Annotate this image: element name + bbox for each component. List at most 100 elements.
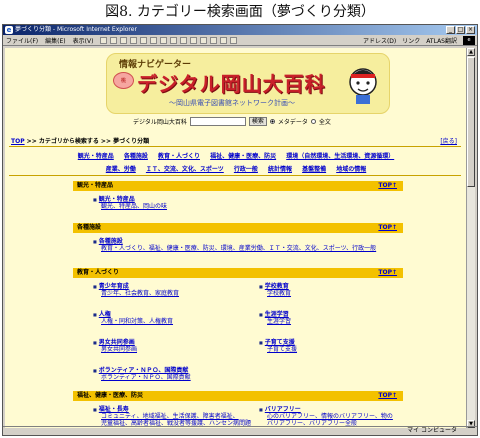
page-content: 情報ナビゲーター 桃 デジタル岡山大百科 〜岡山県電子図書館ネットワーク計画〜 …: [5, 48, 467, 428]
item-title[interactable]: 福祉・長寿: [93, 406, 129, 413]
category-nav-row2: 産業、労働 ＩＴ、交流、文化、スポーツ 行政一般 統計情報 基盤整備 地域の情報: [5, 164, 467, 173]
nav-regional[interactable]: 地域の情報: [336, 166, 366, 173]
list-item[interactable]: 人権 人権・同和対策、人権教育: [93, 311, 173, 325]
item-title[interactable]: 生涯学習: [259, 311, 289, 318]
scroll-up-icon[interactable]: ▲: [467, 48, 475, 56]
print-icon[interactable]: [190, 36, 198, 44]
item-subs[interactable]: 子育て支援: [259, 346, 297, 353]
list-item[interactable]: 各種施設 教育・人づくり、福祉、健康・医療、防災、環境、産業労働、ＩＴ・交流、文…: [93, 238, 376, 252]
item-title[interactable]: 学校教育: [259, 283, 289, 290]
list-item[interactable]: 青少年育成 青少年、社会教育、家庭教育: [93, 283, 179, 297]
stop-icon[interactable]: [120, 36, 128, 44]
media-icon[interactable]: [230, 36, 238, 44]
links-label[interactable]: リンク: [402, 36, 420, 45]
nav-tourism[interactable]: 観光・特産品: [78, 153, 114, 160]
mascot-icon: [349, 68, 377, 104]
ie-logo-icon: e: [5, 26, 13, 34]
item-subs[interactable]: 人権・同和対策、人権教育: [93, 318, 173, 325]
radio-metadata[interactable]: [269, 119, 275, 124]
item-title[interactable]: 子育て支援: [259, 339, 295, 346]
search-row: デジタル岡山大百科 検索 メタデータ 全文: [133, 117, 331, 126]
vertical-scrollbar[interactable]: ▲ ▼: [466, 48, 475, 428]
status-zone: マイ コンピュータ: [407, 427, 457, 434]
list-item[interactable]: ボランティア・ＮＰＯ、国際貢献 ボランティア・ＮＰＯ、国際貢献: [93, 367, 191, 381]
site-banner[interactable]: 情報ナビゲーター 桃 デジタル岡山大百科 〜岡山県電子図書館ネットワーク計画〜: [106, 53, 390, 114]
favorites-icon[interactable]: [160, 36, 168, 44]
messenger-icon[interactable]: [220, 36, 228, 44]
address-label[interactable]: アドレス(D): [363, 36, 396, 45]
nav-it-culture[interactable]: ＩＴ、交流、文化、スポーツ: [146, 166, 224, 173]
item-subs[interactable]: 教育・人づくり、福祉、健康・医療、防災、環境、産業労働、ＩＴ・交流、文化、スポー…: [93, 245, 376, 252]
status-bar: マイ コンピュータ: [3, 426, 477, 435]
list-item[interactable]: 学校教育 学校教育: [259, 283, 291, 297]
mail-icon[interactable]: [180, 36, 188, 44]
list-item[interactable]: 福祉・長寿 コミュニティ、地域福祉、生活保護、障害者福祉、 児童福祉、高齢者福祉…: [93, 406, 251, 427]
item-subs[interactable]: ボランティア・ＮＰＯ、国際貢献: [93, 374, 191, 381]
breadcrumb-top[interactable]: TOP: [11, 138, 25, 145]
search-input[interactable]: [189, 117, 246, 126]
nav-administration[interactable]: 行政一般: [234, 166, 258, 173]
peach-icon: 桃: [113, 72, 134, 89]
scroll-thumb[interactable]: [467, 57, 475, 187]
forward-icon[interactable]: [110, 36, 118, 44]
nav-industry[interactable]: 産業、労働: [106, 166, 136, 173]
figure-caption: 図8. カテゴリー検索画面（夢づくり分類）: [105, 4, 375, 20]
back-icon[interactable]: [100, 36, 108, 44]
list-item[interactable]: 子育て支援 子育て支援: [259, 339, 297, 353]
item-title[interactable]: 観光・特産品: [93, 196, 135, 203]
item-title[interactable]: バリアフリー: [259, 406, 301, 413]
list-item[interactable]: 男女共同参画 男女共同参画: [93, 339, 137, 353]
discuss-icon[interactable]: [210, 36, 218, 44]
item-subs[interactable]: 男女共同参画: [93, 346, 137, 353]
toolbar: [100, 36, 238, 44]
list-item[interactable]: バリアフリー 心のバリアフリー、情報のバリアフリー、物の バリアフリー、バリアフ…: [259, 406, 393, 427]
item-subs[interactable]: コミュニティ、地域福祉、生活保護、障害者福祉、: [93, 413, 251, 420]
atlas-button[interactable]: ATLAS翻訳: [426, 36, 457, 45]
menu-edit[interactable]: 編集(E): [45, 36, 65, 45]
nav-environment[interactable]: 環境（自然環境、生活環境、資源循環）: [286, 153, 394, 160]
banner-tagline: 〜岡山県電子図書館ネットワーク計画〜: [169, 99, 295, 107]
refresh-icon[interactable]: [130, 36, 138, 44]
breadcrumb: TOP >> カテゴリから検索する >> 夢づくり分類: [11, 136, 149, 145]
edit-icon[interactable]: [200, 36, 208, 44]
top-link[interactable]: TOP↑: [378, 223, 397, 233]
item-subs[interactable]: 青少年、社会教育、家庭教育: [93, 290, 179, 297]
item-title[interactable]: 男女共同参画: [93, 339, 135, 346]
home-icon[interactable]: [140, 36, 148, 44]
history-icon[interactable]: [170, 36, 178, 44]
item-subs[interactable]: 観光、特産品、岡山の味: [93, 203, 167, 210]
search-site-label: デジタル岡山大百科: [133, 119, 187, 126]
nav-education[interactable]: 教育・人づくり: [158, 153, 200, 160]
list-item[interactable]: 観光・特産品 観光、特産品、岡山の味: [93, 196, 167, 210]
top-link[interactable]: TOP↑: [378, 268, 397, 278]
minimize-button[interactable]: _: [446, 26, 455, 34]
item-subs[interactable]: 心のバリアフリー、情報のバリアフリー、物の: [259, 413, 393, 420]
top-link[interactable]: TOP↑: [378, 181, 397, 191]
menu-view[interactable]: 表示(V): [73, 36, 94, 45]
menu-file[interactable]: ファイル(F): [6, 36, 38, 45]
item-title[interactable]: 人権: [93, 311, 111, 318]
list-item[interactable]: 生涯学習 生涯学習: [259, 311, 291, 325]
section-header-welfare: 福祉、健康・医療、防災 TOP↑: [73, 391, 403, 401]
radio-fulltext[interactable]: [310, 119, 316, 124]
maximize-button[interactable]: □: [456, 26, 465, 34]
item-title[interactable]: 青少年育成: [93, 283, 129, 290]
nav-welfare[interactable]: 福祉、健康・医療、防災: [210, 153, 276, 160]
item-subs[interactable]: 生涯学習: [259, 318, 291, 325]
top-link[interactable]: TOP↑: [378, 391, 397, 401]
close-button[interactable]: ×: [466, 26, 475, 34]
item-title[interactable]: 各種施設: [93, 238, 123, 245]
item-title[interactable]: ボランティア・ＮＰＯ、国際貢献: [93, 367, 189, 374]
menu-and-toolbar: ファイル(F) 編集(E) 表示(V) アドレス(D) リンク ATLAS翻訳 …: [3, 35, 477, 46]
section-title: 観光・特産品: [77, 182, 114, 189]
section-header-facilities: 各種施設 TOP↑: [73, 223, 403, 233]
item-subs[interactable]: 学校教育: [259, 290, 291, 297]
back-link[interactable]: [戻る]: [440, 136, 457, 145]
nav-facilities[interactable]: 各種施設: [124, 153, 148, 160]
section-title: 福祉、健康・医療、防災: [77, 392, 144, 399]
search-icon[interactable]: [150, 36, 158, 44]
nav-infrastructure[interactable]: 基盤整備: [302, 166, 326, 173]
divider: [9, 175, 461, 176]
search-button[interactable]: 検索: [248, 117, 267, 126]
nav-statistics[interactable]: 統計情報: [268, 166, 292, 173]
